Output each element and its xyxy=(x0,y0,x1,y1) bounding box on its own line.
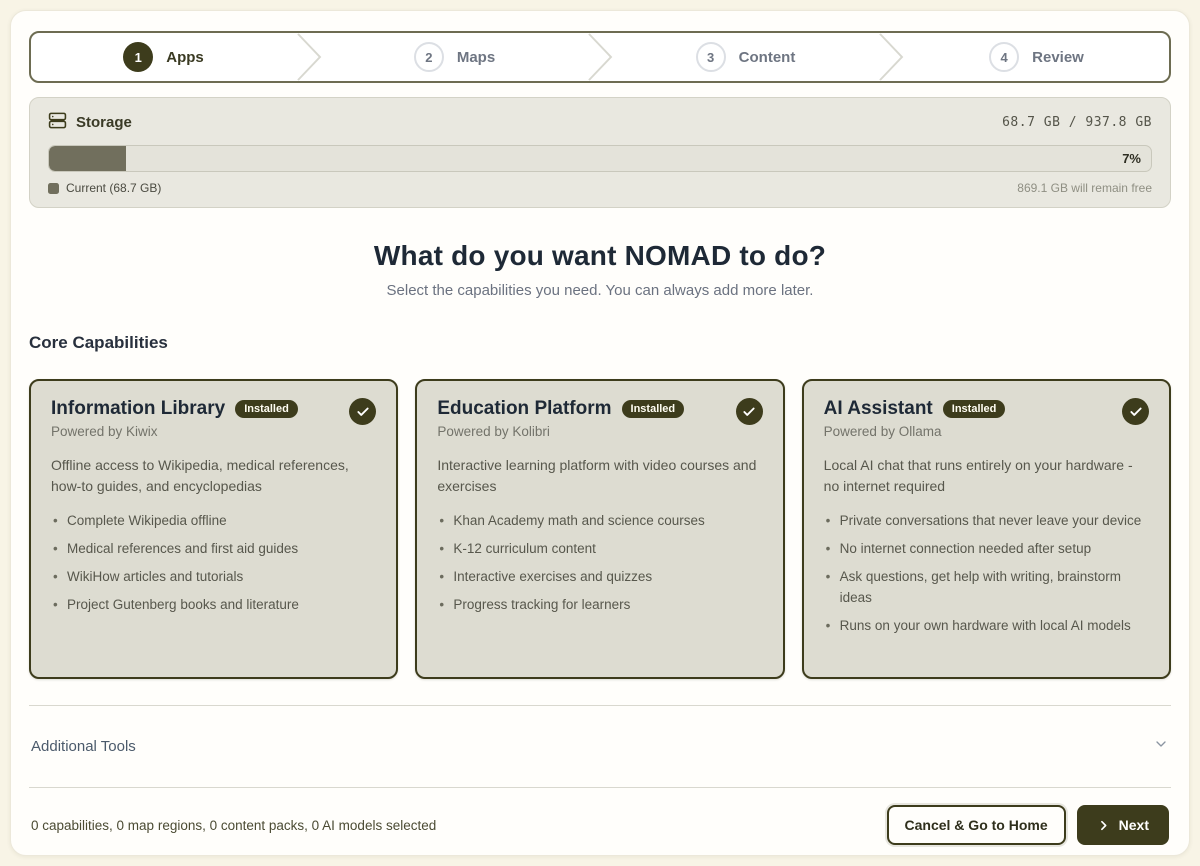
feature-item: K-12 curriculum content xyxy=(437,539,762,560)
powered-by-label: Powered by Ollama xyxy=(824,424,1006,439)
card-title: Education Platform xyxy=(437,398,611,420)
feature-item: WikiHow articles and tutorials xyxy=(51,567,376,588)
step-label: Apps xyxy=(166,49,204,66)
card-feature-list: Complete Wikipedia offline Medical refer… xyxy=(51,511,376,616)
feature-item: No internet connection needed after setu… xyxy=(824,539,1149,560)
chevron-right-icon xyxy=(1097,819,1110,832)
step-review[interactable]: 4 Review xyxy=(904,33,1169,81)
step-number-badge: 2 xyxy=(414,42,444,72)
next-button-label: Next xyxy=(1119,817,1149,833)
card-description: Offline access to Wikipedia, medical ref… xyxy=(51,455,376,497)
storage-title: Storage xyxy=(76,114,132,131)
feature-item: Runs on your own hardware with local AI … xyxy=(824,616,1149,637)
page-subtitle: Select the capabilities you need. You ca… xyxy=(29,282,1171,299)
step-separator-chevron-icon xyxy=(587,33,613,81)
next-button[interactable]: Next xyxy=(1077,805,1169,845)
card-title: AI Assistant xyxy=(824,398,933,420)
legend-current-label: Current (68.7 GB) xyxy=(66,181,161,195)
card-feature-list: Private conversations that never leave y… xyxy=(824,511,1149,637)
core-capabilities-heading: Core Capabilities xyxy=(29,333,1171,353)
card-feature-list: Khan Academy math and science courses K-… xyxy=(437,511,762,616)
card-education-platform[interactable]: Education Platform Installed Powered by … xyxy=(415,379,784,679)
storage-drive-icon xyxy=(48,111,67,134)
feature-item: Progress tracking for learners xyxy=(437,595,762,616)
step-number-badge: 3 xyxy=(696,42,726,72)
feature-item: Private conversations that never leave y… xyxy=(824,511,1149,532)
installed-badge: Installed xyxy=(235,400,298,418)
feature-item: Ask questions, get help with writing, br… xyxy=(824,567,1149,609)
selected-check-icon xyxy=(349,398,376,425)
additional-tools-label: Additional Tools xyxy=(31,738,136,755)
storage-remaining-note: 869.1 GB will remain free xyxy=(1017,181,1152,195)
additional-tools-toggle[interactable]: Additional Tools xyxy=(29,705,1171,788)
step-apps[interactable]: 1 Apps xyxy=(31,33,296,81)
installed-badge: Installed xyxy=(622,400,685,418)
wizard-stepper: 1 Apps 2 Maps 3 Content 4 Review xyxy=(29,31,1171,83)
feature-item: Khan Academy math and science courses xyxy=(437,511,762,532)
selected-check-icon xyxy=(1122,398,1149,425)
step-number-badge: 1 xyxy=(123,42,153,72)
card-description: Interactive learning platform with video… xyxy=(437,455,762,497)
storage-panel: Storage 68.7 GB / 937.8 GB 7% Current (6… xyxy=(29,97,1171,208)
card-description: Local AI chat that runs entirely on your… xyxy=(824,455,1149,497)
step-separator-chevron-icon xyxy=(878,33,904,81)
legend-current-swatch xyxy=(48,183,59,194)
capability-cards: Information Library Installed Powered by… xyxy=(29,379,1171,679)
storage-percent-label: 7% xyxy=(1122,146,1141,171)
step-label: Content xyxy=(739,49,796,66)
feature-item: Medical references and first aid guides xyxy=(51,539,376,560)
feature-item: Project Gutenberg books and literature xyxy=(51,595,376,616)
cancel-button[interactable]: Cancel & Go to Home xyxy=(887,805,1066,845)
feature-item: Complete Wikipedia offline xyxy=(51,511,376,532)
wizard-footer: 0 capabilities, 0 map regions, 0 content… xyxy=(29,788,1171,845)
step-label: Review xyxy=(1032,49,1084,66)
step-number-badge: 4 xyxy=(989,42,1019,72)
feature-item: Interactive exercises and quizzes xyxy=(437,567,762,588)
storage-usage-readout: 68.7 GB / 937.8 GB xyxy=(1002,115,1152,130)
setup-wizard-panel: 1 Apps 2 Maps 3 Content 4 Review xyxy=(10,10,1190,856)
card-title: Information Library xyxy=(51,398,225,420)
storage-progress-bar: 7% xyxy=(48,145,1152,172)
chevron-down-icon xyxy=(1153,736,1169,757)
selected-check-icon xyxy=(736,398,763,425)
step-separator-chevron-icon xyxy=(296,33,322,81)
powered-by-label: Powered by Kolibri xyxy=(437,424,684,439)
step-maps[interactable]: 2 Maps xyxy=(322,33,587,81)
storage-progress-fill xyxy=(49,146,126,171)
selection-summary: 0 capabilities, 0 map regions, 0 content… xyxy=(31,818,436,833)
step-content[interactable]: 3 Content xyxy=(613,33,878,81)
page-title: What do you want NOMAD to do? xyxy=(29,240,1171,272)
step-label: Maps xyxy=(457,49,495,66)
powered-by-label: Powered by Kiwix xyxy=(51,424,298,439)
card-information-library[interactable]: Information Library Installed Powered by… xyxy=(29,379,398,679)
card-ai-assistant[interactable]: AI Assistant Installed Powered by Ollama… xyxy=(802,379,1171,679)
installed-badge: Installed xyxy=(943,400,1006,418)
